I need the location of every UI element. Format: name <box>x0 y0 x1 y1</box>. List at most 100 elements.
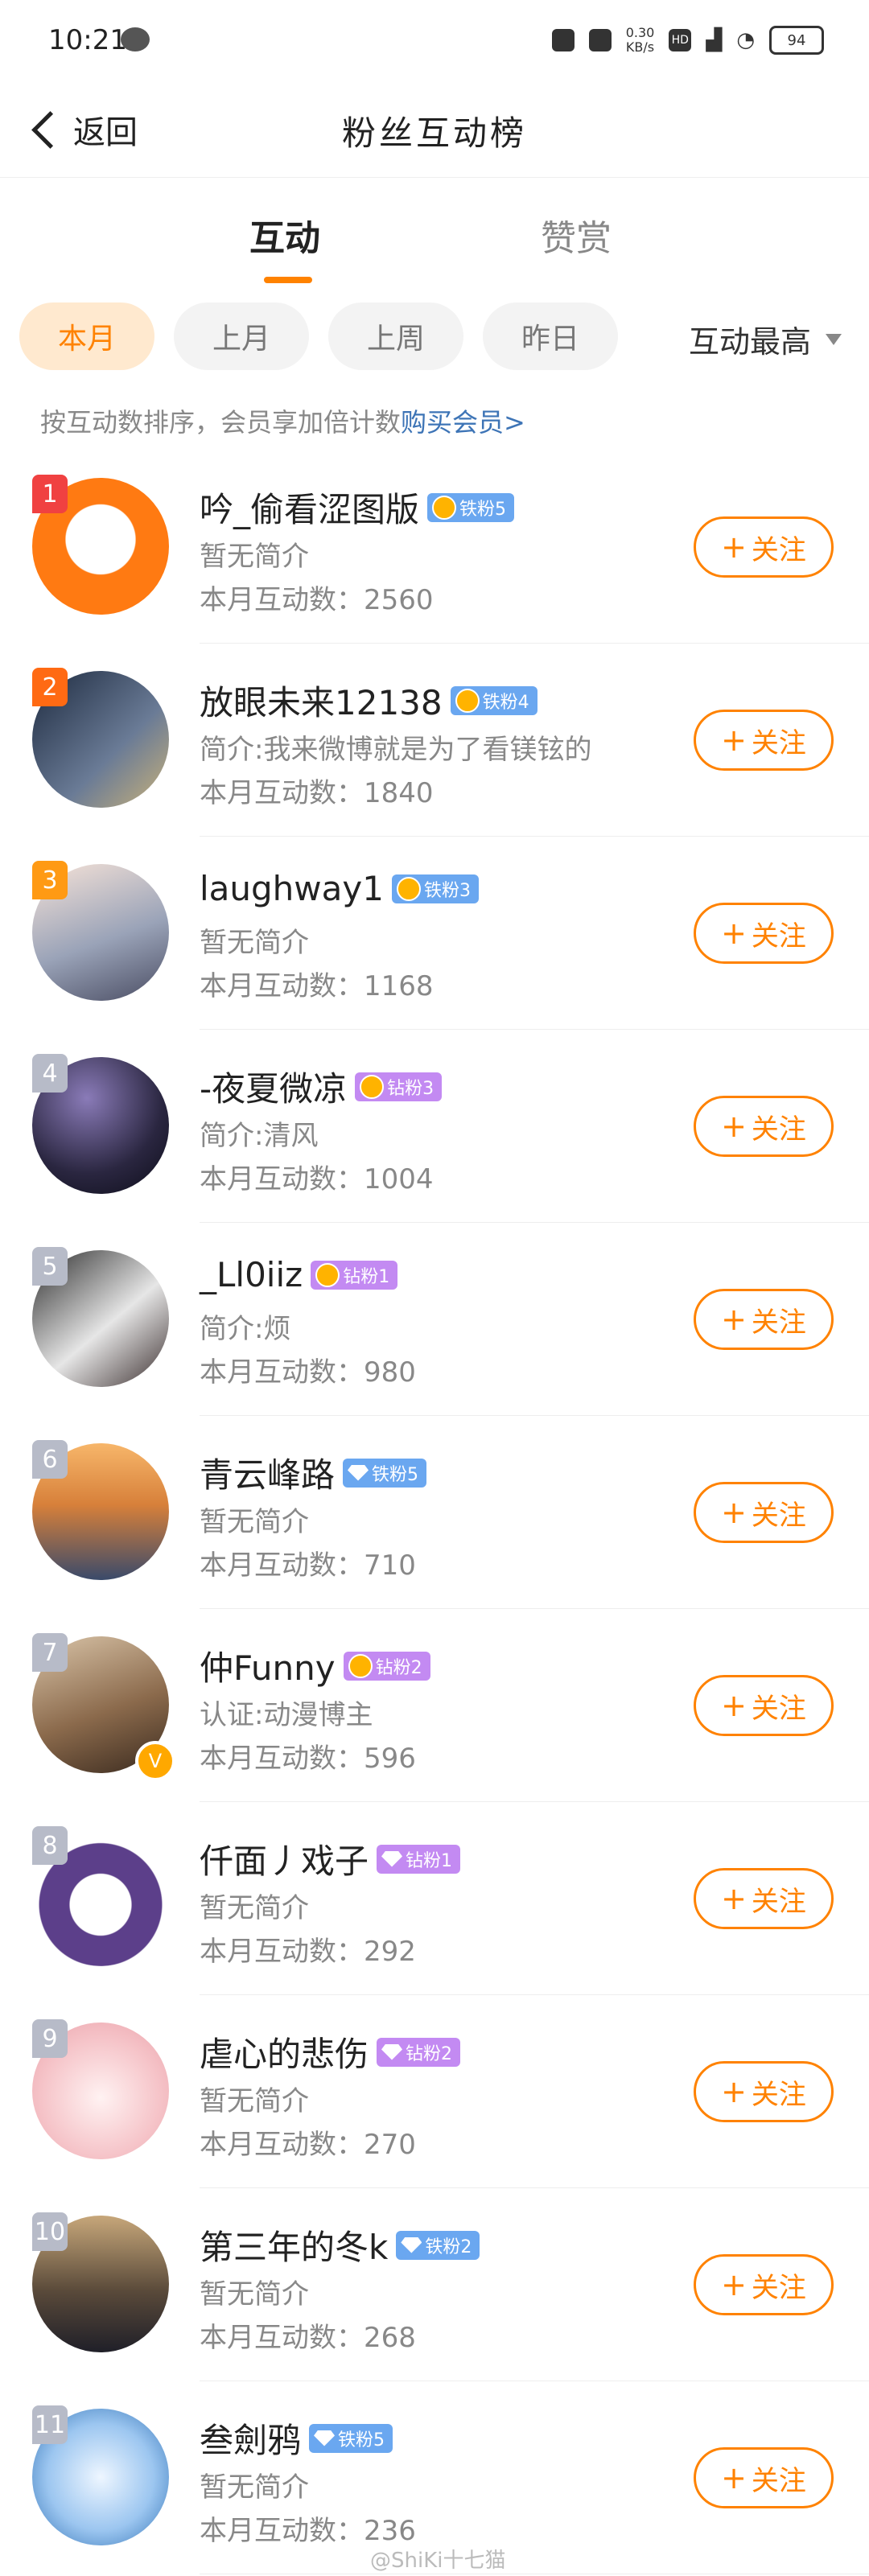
fan-level-badge: 铁粉5 <box>309 2423 393 2453</box>
follow-button[interactable]: + 关注 <box>694 1868 834 1929</box>
follow-button[interactable]: + 关注 <box>694 516 834 578</box>
notification-icon <box>551 29 575 51</box>
badge-label: 铁粉5 <box>372 1464 419 1485</box>
fan-level-badge: 铁粉3 <box>391 874 479 903</box>
fan-bio: 暂无简介 <box>200 2471 309 2504</box>
sort-dropdown[interactable]: 互动最高 <box>689 317 842 361</box>
follow-button[interactable]: + 关注 <box>694 1289 834 1350</box>
plus-icon: + <box>721 1688 747 1723</box>
follow-button[interactable]: + 关注 <box>694 903 834 964</box>
badge-label: 铁粉3 <box>423 880 471 901</box>
fan-name[interactable]: laughway1 <box>200 869 384 908</box>
fan-level-badge: 铁粉5 <box>427 492 515 522</box>
follow-button[interactable]: + 关注 <box>694 1675 834 1736</box>
badge-label: 铁粉2 <box>425 2237 472 2257</box>
follow-button[interactable]: + 关注 <box>694 1096 834 1157</box>
filter-last-week[interactable]: 上周 <box>328 302 463 370</box>
interaction-count: 本月互动数：292 <box>200 1936 416 1968</box>
fan-name[interactable]: 仟面丿戏子 <box>200 1834 369 1883</box>
fan-bio: 简介:清风 <box>200 1120 319 1152</box>
badge-label: 铁粉5 <box>338 2430 385 2450</box>
plus-icon: + <box>721 916 747 951</box>
crown-icon <box>360 1074 385 1099</box>
plus-icon: + <box>721 722 747 758</box>
follow-button[interactable]: + 关注 <box>694 2061 834 2122</box>
fan-name[interactable]: 吟_偷看涩图版 <box>200 483 419 532</box>
list-item[interactable]: 3 laughway1 铁粉3 暂无简介 本月互动数：1168 + 关注 <box>0 837 869 1030</box>
list-item[interactable]: 2 放眼未来12138 铁粉4 简介:我来微博就是为了看镁铉的 本月互动数：18… <box>0 644 869 837</box>
list-item[interactable]: 8 仟面丿戏子 钻粉1 暂无简介 本月互动数：292 + 关注 <box>0 1802 869 1995</box>
filter-yesterday[interactable]: 昨日 <box>483 302 618 370</box>
filter-last-month[interactable]: 上月 <box>174 302 309 370</box>
battery-level: 94 <box>787 31 806 49</box>
ranking-hint: 按互动数排序，会员享加倍计数购买会员> <box>40 402 525 439</box>
page-title: 粉丝互动榜 <box>341 113 527 153</box>
interaction-count: 本月互动数：1168 <box>200 970 434 1002</box>
signal-icon: ▟ <box>706 28 723 52</box>
fan-list: 1 吟_偷看涩图版 铁粉5 暂无简介 本月互动数：2560 + 关注 2 放眼未… <box>0 451 869 2574</box>
plus-icon: + <box>721 1109 747 1144</box>
follow-label: 关注 <box>751 2464 806 2497</box>
fan-level-badge: 钻粉2 <box>377 2037 461 2067</box>
status-icons: 0.30 KB/s HD ▟ ◔ 94 <box>551 26 824 55</box>
list-item[interactable]: 5 _Ll0iiz 钻粉1 简介:烦 本月互动数：980 + 关注 <box>0 1223 869 1416</box>
follow-button[interactable]: + 关注 <box>694 2447 834 2508</box>
tab-interaction[interactable]: 互动 <box>249 209 320 261</box>
rank-badge: 11 <box>32 2405 68 2444</box>
follow-button[interactable]: + 关注 <box>694 710 834 771</box>
fan-name[interactable]: 仲Funny <box>200 1641 336 1690</box>
fan-name[interactable]: 第三年的冬k <box>200 2220 388 2269</box>
interaction-count: 本月互动数：268 <box>200 2322 416 2354</box>
fan-level-badge: 铁粉5 <box>343 1458 427 1488</box>
interaction-count: 本月互动数：710 <box>200 1549 416 1582</box>
battery-icon: 94 <box>769 26 824 55</box>
follow-label: 关注 <box>751 1306 806 1339</box>
fan-name[interactable]: -夜夏微凉 <box>200 1062 347 1111</box>
plus-icon: + <box>721 2267 747 2302</box>
follow-label: 关注 <box>751 1113 806 1146</box>
badge-label: 钻粉2 <box>375 1657 422 1678</box>
name-line: 仟面丿戏子 钻粉1 <box>200 1834 461 1883</box>
plus-icon: + <box>721 1302 747 1337</box>
verified-icon: V <box>135 1741 175 1781</box>
badge-label: 钻粉3 <box>387 1078 434 1099</box>
name-line: _Ll0iiz 钻粉1 <box>200 1255 398 1294</box>
buy-membership-link[interactable]: 购买会员> <box>401 407 525 438</box>
follow-label: 关注 <box>751 1885 806 1918</box>
follow-label: 关注 <box>751 2271 806 2304</box>
follow-label: 关注 <box>751 533 806 566</box>
follow-label: 关注 <box>751 1692 806 1725</box>
interaction-count: 本月互动数：1004 <box>200 1163 434 1195</box>
fan-name[interactable]: 虐心的悲伤 <box>200 2027 369 2076</box>
plus-icon: + <box>721 2460 747 2496</box>
fan-level-badge: 钻粉1 <box>311 1260 398 1290</box>
fan-name[interactable]: _Ll0iiz <box>200 1255 303 1294</box>
follow-label: 关注 <box>751 1499 806 1532</box>
crown-icon <box>432 495 457 520</box>
rank-badge: 7 <box>32 1633 68 1672</box>
fan-name[interactable]: 叁劍鸦 <box>200 2413 301 2463</box>
list-item[interactable]: 9 虐心的悲伤 钻粉2 暂无简介 本月互动数：270 + 关注 <box>0 1995 869 2188</box>
list-item[interactable]: 10 第三年的冬k 铁粉2 暂无简介 本月互动数：268 + 关注 <box>0 2188 869 2381</box>
follow-button[interactable]: + 关注 <box>694 2254 834 2315</box>
follow-button[interactable]: + 关注 <box>694 1482 834 1543</box>
crown-icon <box>396 876 421 901</box>
crown-icon <box>348 1653 373 1678</box>
list-item[interactable]: 6 青云峰路 铁粉5 暂无简介 本月互动数：710 + 关注 <box>0 1416 869 1609</box>
fan-bio: 暂无简介 <box>200 541 309 573</box>
filter-this-month[interactable]: 本月 <box>19 302 154 370</box>
list-item[interactable]: 4 -夜夏微凉 钻粉3 简介:清风 本月互动数：1004 + 关注 <box>0 1030 869 1223</box>
diamond-icon <box>381 2043 403 2060</box>
time-filter-bar: 本月 上月 上周 昨日 互动最高 <box>19 302 850 373</box>
watermark: @ShiKi十七猫 <box>370 2549 506 2573</box>
follow-label: 关注 <box>751 726 806 759</box>
tab-appreciation[interactable]: 赞赏 <box>541 209 612 261</box>
list-item[interactable]: 7 V 仲Funny 钻粉2 认证:动漫博主 本月互动数：596 + 关注 <box>0 1609 869 1802</box>
fan-name[interactable]: 放眼未来12138 <box>200 676 443 725</box>
fan-level-badge: 铁粉4 <box>450 685 537 715</box>
rank-badge: 5 <box>32 1247 68 1286</box>
list-item[interactable]: 1 吟_偷看涩图版 铁粉5 暂无简介 本月互动数：2560 + 关注 <box>0 451 869 644</box>
badge-label: 铁粉4 <box>482 692 529 713</box>
fan-name[interactable]: 青云峰路 <box>200 1448 335 1497</box>
interaction-count: 本月互动数：596 <box>200 1743 416 1775</box>
